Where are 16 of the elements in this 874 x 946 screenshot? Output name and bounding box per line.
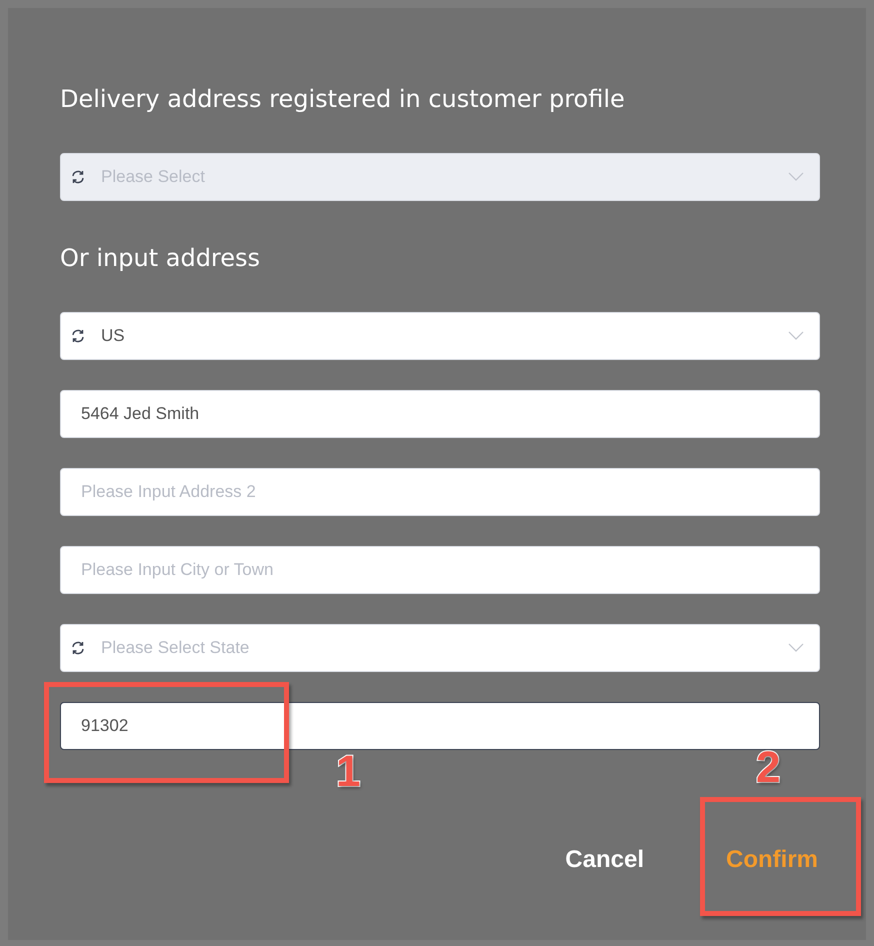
input-field[interactable]: 91302 [60,702,820,750]
select-field[interactable]: Please Select State [60,624,820,672]
section-heading: Or input address [60,243,262,274]
refresh-icon [70,640,86,656]
section-heading: Delivery address registered in customer profile [60,84,626,115]
chevron-down-icon [788,643,804,653]
chevron-down-icon [788,331,804,341]
step-number: 1 [336,750,360,794]
input-field[interactable]: Please Input City or Town [60,546,820,594]
cancel-button[interactable]: Cancel [565,842,644,878]
select-field[interactable]: US [60,312,820,360]
input-field[interactable]: 5464 Jed Smith [60,390,820,438]
input-field[interactable]: Please Input Address 2 [60,468,820,516]
refresh-icon [70,169,86,185]
refresh-icon [70,328,86,344]
chevron-down-icon [788,172,804,182]
